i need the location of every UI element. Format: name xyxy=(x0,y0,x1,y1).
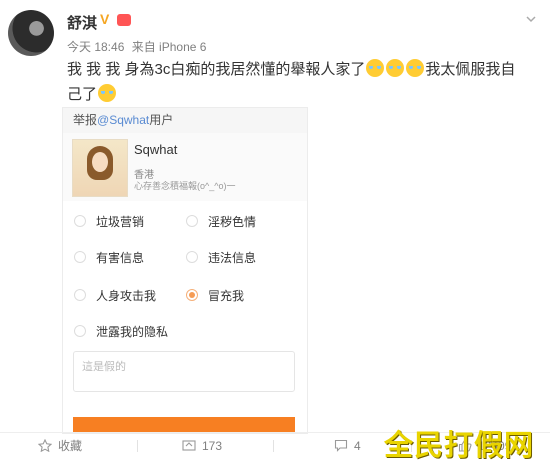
post-text-main: 我 我 我 身為3c白痴的我居然懂的舉報人家了 xyxy=(67,61,366,78)
report-header-user: @Sqwhat xyxy=(97,113,150,127)
report-option-label: 淫秽色情 xyxy=(208,215,257,229)
repost-button[interactable]: 173 xyxy=(182,438,222,454)
post-time[interactable]: 今天 18:46 xyxy=(67,40,124,54)
separator xyxy=(273,440,274,452)
comment-icon xyxy=(334,439,348,452)
report-comment-field[interactable]: 這是假的 xyxy=(73,351,295,392)
avatar[interactable] xyxy=(8,10,54,56)
radio-icon[interactable] xyxy=(74,289,86,301)
reported-name: Sqwhat xyxy=(134,142,178,157)
radio-icon[interactable] xyxy=(74,215,86,227)
radio-icon[interactable] xyxy=(186,215,198,227)
report-card-image[interactable]: 举报@Sqwhat用户 Sqwhat 香港 心存善念積福報(o^_^o)一 垃圾… xyxy=(62,107,308,434)
report-option-label: 人身攻击我 xyxy=(96,289,157,303)
submit-button[interactable] xyxy=(73,417,295,433)
reported-profile: Sqwhat 香港 心存善念積福報(o^_^o)一 xyxy=(63,133,307,201)
report-option-label: 垃圾营销 xyxy=(96,215,145,229)
radio-icon[interactable] xyxy=(74,325,86,337)
crying-emoji-icon xyxy=(406,59,425,77)
report-option-label: 冒充我 xyxy=(208,289,245,303)
repost-icon xyxy=(182,439,196,452)
radio-icon[interactable] xyxy=(74,251,86,263)
chevron-down-icon[interactable] xyxy=(524,12,538,26)
report-option-label: 违法信息 xyxy=(208,251,257,265)
post-source: 来自 iPhone 6 xyxy=(131,40,207,54)
favorite-label: 收藏 xyxy=(58,439,83,453)
post-meta: 今天 18:46 来自 iPhone 6 xyxy=(67,38,210,55)
report-header-suffix: 用户 xyxy=(149,113,174,127)
comment-button[interactable]: 4 xyxy=(334,438,361,454)
reported-bio: 心存善念積福報(o^_^o)一 xyxy=(134,181,236,191)
verified-icon: V xyxy=(100,11,110,27)
watermark-text: 全民打假网 xyxy=(383,428,534,462)
crying-emoji-icon xyxy=(98,84,117,102)
report-header-prefix: 举报 xyxy=(73,113,98,127)
crying-emoji-icon xyxy=(366,59,385,77)
vip-icon xyxy=(117,14,131,26)
report-header: 举报@Sqwhat用户 xyxy=(63,108,307,133)
report-option-label: 泄露我的隐私 xyxy=(96,325,169,339)
crying-emoji-icon xyxy=(386,59,405,77)
separator xyxy=(137,440,138,452)
favorite-button[interactable]: 收藏 xyxy=(38,438,82,454)
report-option-label: 有害信息 xyxy=(96,251,145,265)
radio-selected-icon[interactable] xyxy=(186,289,198,301)
comment-count: 4 xyxy=(354,439,361,453)
username[interactable]: 舒淇 xyxy=(67,12,97,33)
reported-avatar xyxy=(72,139,128,197)
star-icon xyxy=(38,439,52,452)
repost-count: 173 xyxy=(202,439,223,453)
radio-icon[interactable] xyxy=(186,251,198,263)
